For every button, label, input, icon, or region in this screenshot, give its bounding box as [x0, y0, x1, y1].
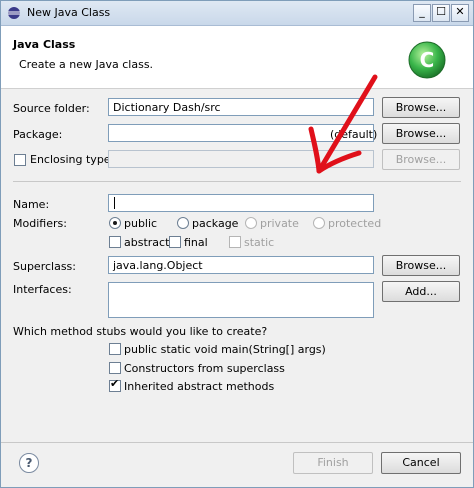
modifier-final-label: final: [184, 236, 208, 249]
modifier-public-radio[interactable]: [109, 217, 121, 229]
enclosing-type-browse-button[interactable]: Browse...: [382, 149, 460, 170]
stub-inherited-label: Inherited abstract methods: [124, 380, 275, 393]
stub-main-checkbox[interactable]: [109, 343, 121, 355]
modifier-protected-label: protected: [328, 217, 382, 230]
java-class-logo-icon: C: [408, 41, 446, 79]
name-label: Name:: [13, 198, 50, 211]
finish-button[interactable]: Finish: [293, 452, 373, 474]
checkmark-icon: ✔: [110, 377, 120, 390]
modifiers-label: Modifiers:: [13, 217, 67, 230]
title-bar: New Java Class _ ☐ ✕: [1, 1, 473, 26]
method-stubs-question: Which method stubs would you like to cre…: [13, 325, 268, 338]
superclass-input[interactable]: java.lang.Object: [108, 256, 374, 274]
interfaces-label: Interfaces:: [13, 283, 72, 296]
name-input[interactable]: [108, 194, 374, 212]
package-browse-button[interactable]: Browse...: [382, 123, 460, 144]
superclass-label: Superclass:: [13, 260, 76, 273]
separator: [13, 181, 461, 182]
modifier-package-radio[interactable]: [177, 217, 189, 229]
interfaces-list[interactable]: [108, 282, 374, 318]
maximize-button[interactable]: ☐: [432, 4, 450, 22]
add-interface-button[interactable]: Add...: [382, 281, 460, 302]
annotation-arrow-icon: [308, 74, 378, 174]
minimize-button[interactable]: _: [413, 4, 431, 22]
wizard-title: Java Class: [13, 38, 76, 51]
source-folder-label: Source folder:: [13, 102, 90, 115]
modifier-static-checkbox[interactable]: [229, 236, 241, 248]
modifier-final-checkbox[interactable]: [169, 236, 181, 248]
enclosing-type-label: Enclosing type:: [30, 153, 115, 166]
enclosing-type-checkbox[interactable]: [14, 154, 26, 166]
stub-main-label: public static void main(String[] args): [124, 343, 326, 356]
modifier-protected-radio[interactable]: [313, 217, 325, 229]
stub-inherited-checkbox[interactable]: ✔: [109, 377, 121, 392]
modifier-static-label: static: [244, 236, 275, 249]
modifier-abstract-label: abstract: [124, 236, 170, 249]
logo-letter: C: [420, 48, 435, 72]
source-folder-browse-button[interactable]: Browse...: [382, 97, 460, 118]
stub-constructors-checkbox[interactable]: [109, 362, 121, 374]
modifier-public-label: public: [124, 217, 158, 230]
wizard-description: Create a new Java class.: [19, 58, 154, 71]
modifier-private-label: private: [260, 217, 299, 230]
superclass-browse-button[interactable]: Browse...: [382, 255, 460, 276]
stub-constructors-label: Constructors from superclass: [124, 362, 285, 375]
package-label: Package:: [13, 128, 63, 141]
eclipse-icon: [8, 7, 20, 19]
footer-separator: [1, 442, 473, 443]
window-title: New Java Class: [27, 6, 111, 19]
modifier-abstract-checkbox[interactable]: [109, 236, 121, 248]
modifier-package-label: package: [192, 217, 239, 230]
cancel-button[interactable]: Cancel: [381, 452, 461, 474]
help-icon[interactable]: ?: [19, 453, 39, 473]
modifier-private-radio[interactable]: [245, 217, 257, 229]
new-java-class-dialog: New Java Class _ ☐ ✕ Java Class Create a…: [0, 0, 474, 488]
wizard-header: Java Class Create a new Java class. C: [1, 26, 473, 89]
text-cursor: [114, 197, 115, 209]
close-button[interactable]: ✕: [451, 4, 469, 22]
